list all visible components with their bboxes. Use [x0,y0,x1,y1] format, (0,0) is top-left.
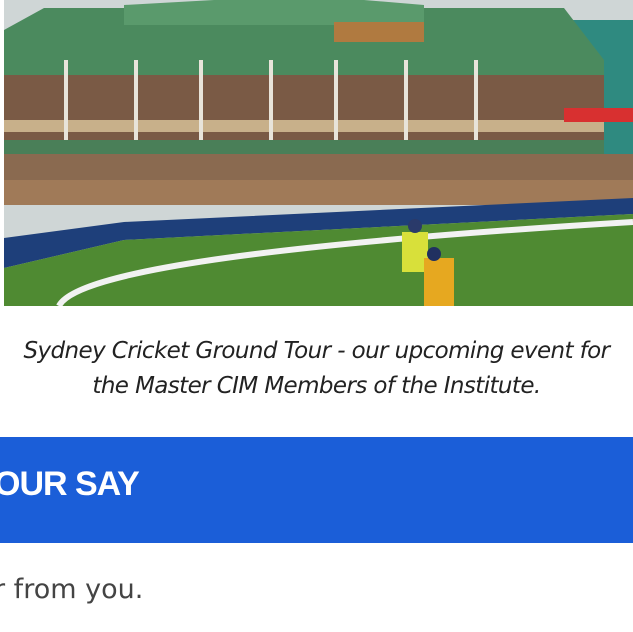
stadium-illustration [4,0,633,306]
caption-line-1: Sydney Cricket Ground Tour - our upcomin… [23,338,611,364]
body-text: r from you. [0,574,144,605]
caption-line-2: the Master CIM Members of the Institute. [92,373,541,399]
banner-title: OUR SAY [0,465,140,503]
photo-caption: Sydney Cricket Ground Tour - our upcomin… [0,334,633,404]
stadium-photo [4,0,633,306]
